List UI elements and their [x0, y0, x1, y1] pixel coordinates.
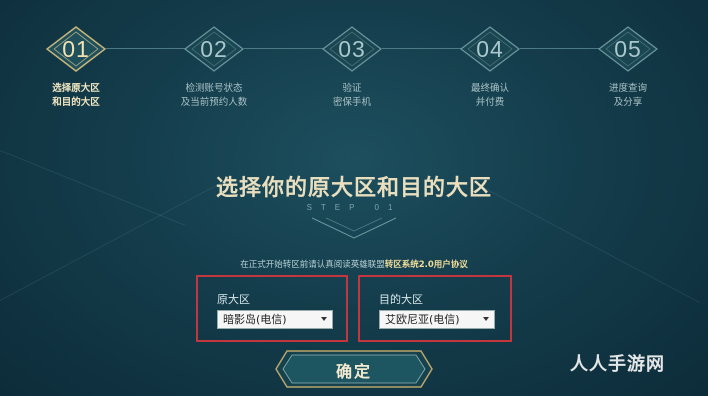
step-label: 进度查询 及分享 [608, 83, 647, 108]
target-region-panel: 目的大区 艾欧尼亚(电信) [358, 275, 512, 342]
step-4: 04 最终确认 并付费 [450, 26, 530, 110]
step-1: 01 选择原大区 和目的大区 [36, 26, 116, 110]
step-diamond-icon: 01 [46, 26, 106, 72]
step-2: 02 检测账号状态 及当前预约人数 [174, 26, 254, 110]
step-number: 03 [338, 36, 366, 62]
step-3: 03 验证 密保手机 [312, 26, 392, 110]
dropdown-arrow-icon [483, 317, 489, 321]
source-region-label: 原大区 [217, 293, 250, 306]
source-region-value: 暗影岛(电信) [223, 313, 287, 326]
title-ornament-icon [312, 217, 396, 239]
target-region-select[interactable]: 艾欧尼亚(电信) [379, 310, 495, 329]
watermark: 人人手游网 [570, 354, 665, 375]
step-label: 检测账号状态 及当前预约人数 [180, 83, 248, 108]
step-number: 01 [62, 36, 90, 62]
step-diamond-icon: 03 [322, 26, 382, 72]
step-diamond-icon: 05 [598, 26, 658, 72]
step-diamond-icon: 02 [184, 26, 244, 72]
notice-text: 在正式开始转区前请认真阅读英雄联盟 [240, 260, 385, 270]
page-title: 选择你的原大区和目的大区 [215, 176, 492, 201]
confirm-label: 确定 [335, 362, 372, 381]
agreement-link[interactable]: 转区系统2.0用户协议 [385, 260, 468, 270]
step-subtitle: STEP 01 [306, 203, 402, 212]
confirm-button[interactable]: 确定 [275, 350, 433, 388]
step-diamond-icon: 04 [460, 26, 520, 72]
step-number: 04 [476, 36, 504, 62]
step-number: 02 [200, 36, 228, 62]
dropdown-arrow-icon [321, 317, 327, 321]
step-5: 05 进度查询 及分享 [588, 26, 668, 110]
agreement-notice: 在正式开始转区前请认真阅读英雄联盟转区系统2.0用户协议 [0, 258, 708, 270]
step-label: 选择原大区 和目的大区 [52, 83, 100, 108]
source-region-panel: 原大区 暗影岛(电信) [196, 275, 348, 342]
target-region-value: 艾欧尼亚(电信) [385, 313, 460, 326]
step-label: 验证 密保手机 [332, 83, 371, 108]
source-region-select[interactable]: 暗影岛(电信) [217, 310, 333, 329]
target-region-label: 目的大区 [379, 293, 423, 306]
step-progress: 01 选择原大区 和目的大区 02 检测账号状态 及当前预约人数 03 验证 密… [0, 0, 708, 120]
step-label: 最终确认 并付费 [470, 83, 509, 108]
step-number: 05 [614, 36, 642, 62]
